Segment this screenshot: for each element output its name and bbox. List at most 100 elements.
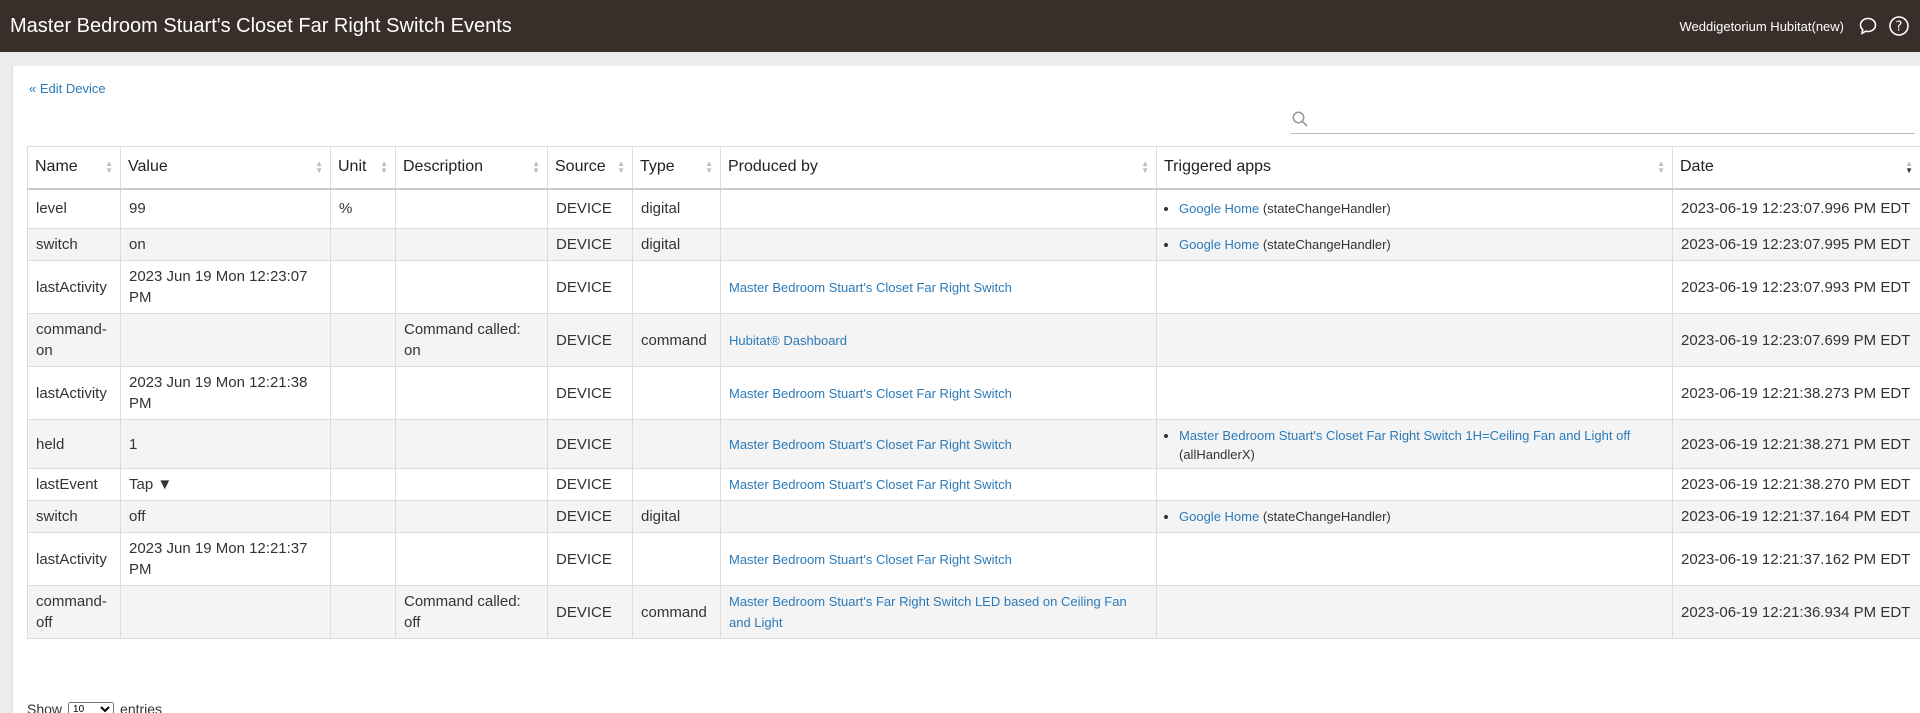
handler-name: (stateChangeHandler) <box>1262 237 1391 252</box>
column-label: Source <box>555 158 606 176</box>
cell-unit <box>330 532 396 586</box>
cell-triggered-apps <box>1156 468 1673 501</box>
cell-source: DEVICE <box>547 419 633 469</box>
cell-produced-by: Master Bedroom Stuart's Closet Far Right… <box>720 419 1157 469</box>
cell-triggered-apps <box>1156 532 1673 586</box>
cell-type: command <box>632 585 721 639</box>
cell-source: DEVICE <box>547 313 633 367</box>
entries-label: entries <box>120 701 163 713</box>
table-row: lastEvent Tap ▼ DEVICE Master Bedroom Stuar… <box>27 468 1920 501</box>
column-header-date[interactable]: Date ▲ ▼ <box>1672 146 1920 190</box>
triggered-app-link[interactable]: Google Home <box>1179 201 1259 216</box>
triggered-apps-list: Google Home (stateChangeHandler) <box>1165 506 1664 527</box>
handler-name: (allHandlerX) <box>1179 447 1255 462</box>
cell-description: Command called: off <box>395 585 548 639</box>
cell-name: lastEvent <box>27 468 121 501</box>
cell-produced-by: Master Bedroom Stuart's Closet Far Right… <box>720 532 1157 586</box>
triggered-app-link[interactable]: Google Home <box>1179 509 1259 524</box>
column-header-unit[interactable]: Unit ▲ ▼ <box>330 146 396 190</box>
column-header-type[interactable]: Type ▲ ▼ <box>632 146 721 190</box>
cell-name: lastActivity <box>27 366 121 420</box>
page-title: Master Bedroom Stuart's Closet Far Right… <box>10 14 512 37</box>
cell-source: DEVICE <box>547 532 633 586</box>
sort-desc-icon: ▲ ▼ <box>1905 159 1913 175</box>
help-circle-icon[interactable]: ? <box>1888 15 1910 37</box>
sort-icon: ▲ ▼ <box>617 159 625 175</box>
cell-source: DEVICE <box>547 188 633 229</box>
column-label: Unit <box>338 158 367 176</box>
page-size-select[interactable]: 10 <box>68 702 115 713</box>
cell-date: 2023-06-19 12:21:37.162 PM EDT <box>1672 532 1920 586</box>
sort-icon: ▲ ▼ <box>705 159 713 175</box>
table-row: switchoff DEVICEdigital Google Home (state… <box>27 500 1920 533</box>
edit-device-link[interactable]: « Edit Device <box>29 81 106 96</box>
cell-type: command <box>632 313 721 367</box>
cell-unit <box>330 419 396 469</box>
cell-description: Command called: on <box>395 313 548 367</box>
produced-by-link[interactable]: Master Bedroom Stuart's Closet Far Right… <box>729 552 1012 567</box>
chat-bubble-icon[interactable] <box>1858 16 1878 36</box>
table-row: level99% DEVICEdigital Google Home (stateC… <box>27 188 1920 229</box>
cell-source: DEVICE <box>547 228 633 261</box>
cell-description <box>395 468 548 501</box>
column-label: Type <box>640 158 675 176</box>
column-header-triggered-apps[interactable]: Triggered apps ▲ ▼ <box>1156 146 1673 190</box>
cell-type <box>632 468 721 501</box>
produced-by-link[interactable]: Master Bedroom Stuart's Closet Far Right… <box>729 437 1012 452</box>
cell-produced-by: Master Bedroom Stuart's Closet Far Right… <box>720 260 1157 314</box>
cell-type <box>632 532 721 586</box>
produced-by-link[interactable]: Master Bedroom Stuart's Closet Far Right… <box>729 280 1012 295</box>
column-header-source[interactable]: Source ▲ ▼ <box>547 146 633 190</box>
cell-name: lastActivity <box>27 260 121 314</box>
triggered-app-link[interactable]: Master Bedroom Stuart's Closet Far Right… <box>1179 428 1630 443</box>
cell-produced-by <box>720 500 1157 533</box>
produced-by-link[interactable]: Master Bedroom Stuart's Far Right Switch… <box>729 594 1127 630</box>
sort-icon: ▲ ▼ <box>1657 159 1665 175</box>
cell-source: DEVICE <box>547 468 633 501</box>
column-header-produced-by[interactable]: Produced by ▲ ▼ <box>720 146 1157 190</box>
cell-value: 2023 Jun 19 Mon 12:21:37 PM <box>120 532 331 586</box>
column-header-value[interactable]: Value ▲ ▼ <box>120 146 331 190</box>
cell-name: command-on <box>27 313 121 367</box>
events-panel: « Edit Device Name ▲ ▼ Value ▲ ▼ Unit ▲ ▼ Desc… <box>12 66 1920 713</box>
column-label: Date <box>1680 158 1714 176</box>
cell-triggered-apps: Master Bedroom Stuart's Closet Far Right… <box>1156 419 1673 469</box>
search-input[interactable] <box>1315 110 1915 133</box>
table-row: held 1 DEVICE Master Bedroom Stuart's Close… <box>27 419 1920 469</box>
cell-produced-by <box>720 228 1157 261</box>
table-row: command-on Command called: on DEVICE comman… <box>27 313 1920 367</box>
cell-date: 2023-06-19 12:21:38.273 PM EDT <box>1672 366 1920 420</box>
cell-triggered-apps: Google Home (stateChangeHandler) <box>1156 500 1673 533</box>
column-label: Produced by <box>728 158 818 176</box>
produced-by-link[interactable]: Master Bedroom Stuart's Closet Far Right… <box>729 386 1012 401</box>
cell-date: 2023-06-19 12:23:07.995 PM EDT <box>1672 228 1920 261</box>
table-row: command-off Command called: off DEVICE comm… <box>27 585 1920 639</box>
cell-type: digital <box>632 228 721 261</box>
column-header-name[interactable]: Name ▲ ▼ <box>27 146 121 190</box>
cell-date: 2023-06-19 12:21:37.164 PM EDT <box>1672 500 1920 533</box>
cell-produced-by: Hubitat® Dashboard <box>720 313 1157 367</box>
cell-unit <box>330 468 396 501</box>
cell-triggered-apps: Google Home (stateChangeHandler) <box>1156 188 1673 229</box>
cell-triggered-apps <box>1156 260 1673 314</box>
sort-icon: ▲ ▼ <box>105 159 113 175</box>
cell-produced-by <box>720 188 1157 229</box>
cell-date: 2023-06-19 12:23:07.996 PM EDT <box>1672 188 1920 229</box>
produced-by-link[interactable]: Master Bedroom Stuart's Closet Far Right… <box>729 477 1012 492</box>
produced-by-link[interactable]: Hubitat® Dashboard <box>729 333 847 348</box>
triggered-app-item: Google Home (stateChangeHandler) <box>1179 506 1664 527</box>
triggered-app-item: Google Home (stateChangeHandler) <box>1179 234 1664 255</box>
cell-value <box>120 585 331 639</box>
hub-name[interactable]: Weddigetorium Hubitat(new) <box>1680 19 1845 34</box>
cell-description <box>395 366 548 420</box>
triggered-app-link[interactable]: Google Home <box>1179 237 1259 252</box>
table-row: lastActivity 2023 Jun 19 Mon 12:23:07 PM D… <box>27 260 1920 314</box>
cell-value: Tap ▼ <box>120 468 331 501</box>
cell-type <box>632 260 721 314</box>
handler-name: (stateChangeHandler) <box>1262 509 1391 524</box>
triggered-app-item: Google Home (stateChangeHandler) <box>1179 198 1664 219</box>
column-header-description[interactable]: Description ▲ ▼ <box>395 146 548 190</box>
cell-description <box>395 500 548 533</box>
cell-date: 2023-06-19 12:21:38.271 PM EDT <box>1672 419 1920 469</box>
cell-name: command-off <box>27 585 121 639</box>
